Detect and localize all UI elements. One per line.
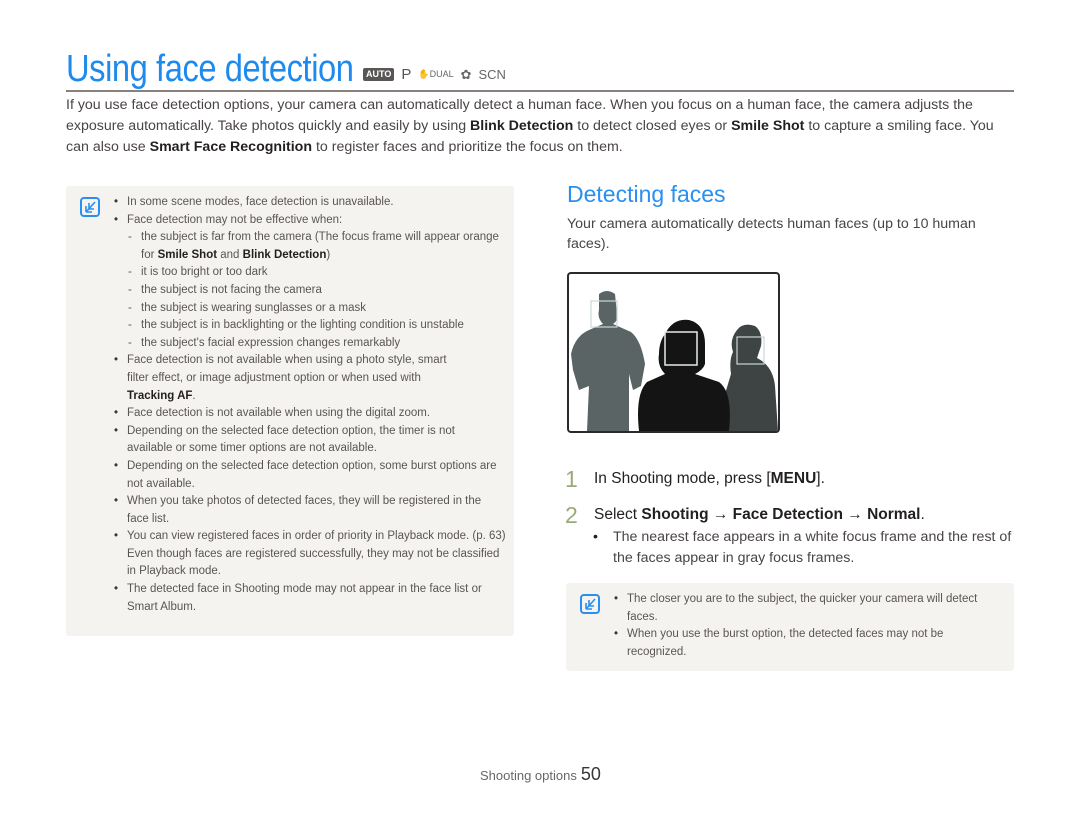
section-heading: Detecting faces [567,181,726,207]
page-header: Using face detection AUTO P ✋DUAL ✿ SCN [66,48,1014,92]
person-center [638,319,730,431]
note-item: You can view registered faces in order o… [114,528,509,581]
step-2-bullet: The nearest face appears in a white focu… [593,527,1023,569]
note-item: Face detection may not be effective when… [114,212,509,353]
step-number: 1 [565,466,578,492]
note-subitem: it is too bright or too dark [127,264,509,282]
note-item: In some scene modes, face detection is u… [114,194,509,212]
arrow-icon: → [842,506,868,523]
note-item: The closer you are to the subject, the q… [614,591,1004,626]
note-item: The detected face in Shooting mode may n… [114,581,509,616]
note-subitem: the subject's facial expression changes … [127,335,509,353]
note-subitem: the subject is far from the camera (The … [127,229,509,264]
note-item: Face detection is not available when usi… [114,405,509,423]
note-item: Face detection is not available when usi… [114,352,509,405]
page-title: Using face detection [66,48,354,90]
step-text: Select Shooting → Face Detection → Norma… [594,506,925,523]
program-mode-icon: P [401,66,412,83]
note-item: When you take photos of detected faces, … [114,493,509,528]
scene-mode-icon: SCN [478,67,506,82]
page-footer: Shooting options 50 [480,764,601,785]
face-detection-illustration [567,272,780,433]
note-item: Depending on the selected face detection… [114,423,509,458]
note-list-right: The closer you are to the subject, the q… [614,591,1004,661]
note-subitem: the subject is not facing the camera [127,282,509,300]
mode-icons: AUTO P ✋DUAL ✿ SCN [363,66,506,83]
note-box-left: In some scene modes, face detection is u… [66,186,514,636]
person-left [571,291,645,431]
page-number: 50 [580,764,601,784]
arrow-icon: → [708,506,733,523]
silhouettes-graphic [571,291,778,431]
step-text: In Shooting mode, press [MENU]. [594,470,825,487]
intro-paragraph: If you use face detection options, your … [66,97,994,155]
note-subitem: the subject is wearing sunglasses or a m… [127,300,509,318]
footer-section-name: Shooting options [480,768,577,783]
note-box-right: The closer you are to the subject, the q… [566,583,1014,671]
note-list-left: In some scene modes, face detection is u… [114,194,509,616]
term-blink-detection: Blink Detection [470,118,574,134]
dual-is-mode-icon: ✋DUAL [418,69,454,79]
beauty-shot-mode-icon: ✿ [460,66,472,82]
note-sublist: the subject is far from the camera (The … [127,229,509,352]
section-description: Your camera automatically detects human … [567,216,976,252]
note-icon [580,594,600,614]
note-subitem: the subject is in backlighting or the li… [127,317,509,335]
step-number: 2 [565,502,578,528]
term-smart-face-recognition: Smart Face Recognition [149,139,313,155]
auto-mode-icon: AUTO [363,68,395,81]
note-icon [80,197,100,217]
menu-button-label: MENU [770,470,817,487]
note-item: When you use the burst option, the detec… [614,626,1004,661]
term-smile-shot: Smile Shot [731,118,805,134]
note-item: Depending on the selected face detection… [114,458,509,493]
